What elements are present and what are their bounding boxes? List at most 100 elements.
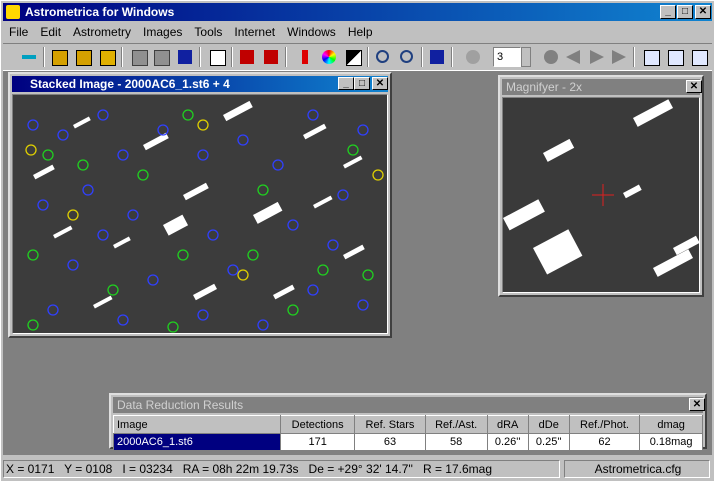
column-header[interactable]: Ref. Stars xyxy=(354,415,426,434)
results-table: Image Detections Ref. Stars Ref./Ast. dR… xyxy=(113,415,703,451)
blink-button[interactable] xyxy=(175,47,195,67)
column-header[interactable]: Image xyxy=(113,415,281,434)
record-button[interactable] xyxy=(541,47,561,67)
column-header[interactable]: Ref./Ast. xyxy=(424,415,488,434)
status-ra: RA = 08h 22m 19.73s xyxy=(182,462,299,476)
magnifier-canvas[interactable] xyxy=(502,97,700,293)
view-zoom-in-button[interactable] xyxy=(665,47,685,67)
column-header[interactable]: dmag xyxy=(639,415,703,434)
column-header[interactable]: Detections xyxy=(279,415,356,434)
menu-astrometry[interactable]: Astrometry xyxy=(67,23,137,39)
status-y: Y = 0108 xyxy=(64,462,113,476)
menu-images[interactable]: Images xyxy=(137,23,188,39)
magnifier-minus-icon xyxy=(692,50,708,66)
magnifier-title: Magnifyer - 2x xyxy=(506,80,583,94)
record-icon xyxy=(544,50,558,64)
magnifier-close-button[interactable]: ✕ xyxy=(686,80,702,93)
results-header-row: Image Detections Ref. Stars Ref./Ast. dR… xyxy=(113,415,703,434)
status-coordinates: X = 0171 Y = 0108 I = 03234 RA = 08h 22m… xyxy=(3,460,560,478)
stacked-maximize-button[interactable]: □ xyxy=(354,77,370,90)
moving-object-button[interactable] xyxy=(463,47,483,67)
table-cell[interactable]: 62 xyxy=(568,433,641,451)
open-image-button[interactable] xyxy=(49,47,69,67)
status-mag: R = 17.6mag xyxy=(422,462,493,476)
track-button[interactable] xyxy=(151,47,171,67)
contrast-button[interactable] xyxy=(343,47,363,67)
app-icon xyxy=(6,5,20,19)
table-cell[interactable]: 0.26'' xyxy=(486,433,529,451)
view-zoom-out-button[interactable] xyxy=(689,47,709,67)
contrast-icon xyxy=(346,50,362,66)
frame-count-input[interactable]: 3 xyxy=(493,47,521,67)
menu-edit[interactable]: Edit xyxy=(34,23,67,39)
delete-icon xyxy=(240,50,254,64)
menu-internet[interactable]: Internet xyxy=(228,23,281,39)
table-cell[interactable]: 0.25'' xyxy=(527,433,570,451)
stacked-close-button[interactable]: ✕ xyxy=(372,77,388,90)
track-icon xyxy=(154,50,170,66)
blink-icon xyxy=(178,50,192,64)
app-titlebar[interactable]: Astrometrica for Windows _ □ ✕ xyxy=(3,3,712,21)
minimize-button[interactable]: _ xyxy=(660,5,676,19)
mdi-workspace: Stacked Image - 2000AC6_1.st6 + 4 _ □ ✕ xyxy=(3,71,712,455)
magnifier-window: Magnifyer - 2x ✕ xyxy=(498,75,704,297)
column-header[interactable]: dDe xyxy=(527,415,570,434)
key-icon xyxy=(22,55,36,59)
delete-image-button[interactable] xyxy=(237,47,257,67)
column-header[interactable]: Ref./Phot. xyxy=(568,415,641,434)
menu-file[interactable]: File xyxy=(3,23,34,39)
arrows-icon xyxy=(302,50,308,64)
magnifier-titlebar[interactable]: Magnifyer - 2x ✕ xyxy=(502,79,702,95)
table-cell[interactable]: 58 xyxy=(424,433,488,451)
toolbar: 3 xyxy=(3,43,712,71)
moving-object-icon xyxy=(466,50,480,64)
zoom-in-button[interactable] xyxy=(373,47,393,67)
play-button[interactable] xyxy=(609,47,629,67)
settings-button[interactable] xyxy=(427,47,447,67)
zoom-in-icon xyxy=(376,50,389,63)
folder-open-icon xyxy=(100,50,116,66)
status-config: Astrometrica.cfg xyxy=(564,460,710,478)
results-titlebar[interactable]: Data Reduction Results ✕ xyxy=(113,397,705,413)
maximize-button[interactable]: □ xyxy=(677,5,693,19)
status-de: De = +29° 32' 14.7'' xyxy=(308,462,413,476)
stack-button[interactable] xyxy=(129,47,149,67)
stacked-image-titlebar[interactable]: Stacked Image - 2000AC6_1.st6 + 4 _ □ ✕ xyxy=(12,76,388,92)
open-folder-button[interactable] xyxy=(97,47,117,67)
view-image-button[interactable] xyxy=(641,47,661,67)
magnified-image xyxy=(503,98,699,292)
color-wheel-icon xyxy=(322,50,336,64)
menu-help[interactable]: Help xyxy=(342,23,379,39)
table-cell[interactable]: 171 xyxy=(279,433,356,451)
magnifier-plus-icon xyxy=(668,50,684,66)
delete-all-button[interactable] xyxy=(261,47,281,67)
zoom-out-button[interactable] xyxy=(397,47,417,67)
column-header[interactable]: dRA xyxy=(486,415,529,434)
next-button[interactable] xyxy=(587,47,607,67)
app-title: Astrometrica for Windows xyxy=(25,5,175,19)
menu-tools[interactable]: Tools xyxy=(188,23,228,39)
stacked-image-title: Stacked Image - 2000AC6_1.st6 + 4 xyxy=(30,77,230,91)
status-intensity: I = 03234 xyxy=(122,462,173,476)
results-window: Data Reduction Results ✕ Image Detection… xyxy=(109,393,707,451)
next-icon xyxy=(590,50,604,64)
color-button[interactable] xyxy=(319,47,339,67)
mark-button[interactable] xyxy=(295,47,315,67)
previous-button[interactable] xyxy=(563,47,583,67)
report-button[interactable] xyxy=(207,47,227,67)
frame-count-spinner[interactable] xyxy=(521,47,531,67)
dice-icon xyxy=(430,50,444,64)
app-window: Astrometrica for Windows _ □ ✕ File Edit A… xyxy=(0,0,715,482)
open-images-button[interactable] xyxy=(73,47,93,67)
table-cell[interactable]: 2000AC6_1.st6 xyxy=(113,433,281,451)
menu-windows[interactable]: Windows xyxy=(281,23,342,39)
table-cell[interactable]: 0.18mag xyxy=(639,433,703,451)
folder-stack-icon xyxy=(76,50,92,66)
stacked-minimize-button[interactable]: _ xyxy=(338,77,354,90)
stacked-image-canvas[interactable] xyxy=(12,94,388,334)
close-button[interactable]: ✕ xyxy=(695,5,711,19)
table-cell[interactable]: 63 xyxy=(354,433,426,451)
table-row[interactable]: 2000AC6_1.st6 171 63 58 0.26'' 0.25'' 62… xyxy=(113,433,703,451)
results-close-button[interactable]: ✕ xyxy=(689,398,705,411)
key-button[interactable] xyxy=(19,47,39,67)
